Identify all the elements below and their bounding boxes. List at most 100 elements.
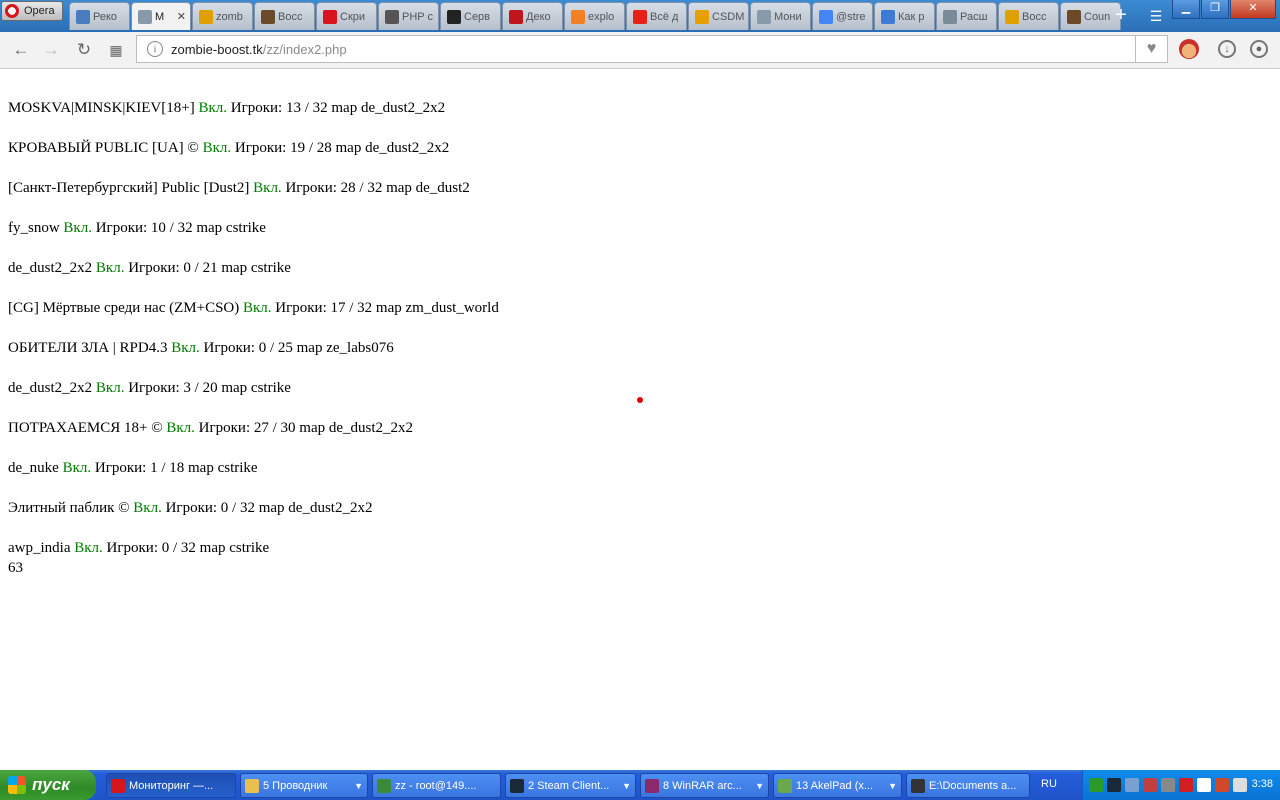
server-info: Игроки: 0 / 21 map cstrike xyxy=(128,260,291,276)
browser-tab[interactable]: CSDM xyxy=(688,2,749,30)
tab-label: Как р xyxy=(898,10,925,23)
taskbar-button-label: 5 Проводник xyxy=(263,779,328,792)
winrar-tray-icon[interactable] xyxy=(1215,778,1229,792)
taskbar-button[interactable]: 8 WinRAR arc... ▼ xyxy=(640,773,769,798)
browser-tab[interactable]: Восс xyxy=(254,2,315,30)
server-info: Игроки: 0 / 25 map ze_labs076 xyxy=(203,340,394,356)
tab-label: @stre xyxy=(836,10,866,23)
server-row: de_nuke Вкл. Игроки: 1 / 18 map cstrike xyxy=(8,459,258,477)
server-info: Игроки: 17 / 32 map zm_dust_world xyxy=(275,300,499,316)
ati-tray-icon[interactable] xyxy=(1179,778,1193,792)
forward-arrow-icon[interactable]: → xyxy=(40,39,62,61)
group-arrow-icon: ▼ xyxy=(354,780,363,791)
start-label: пуск xyxy=(32,775,70,794)
server-name: MOSKVA|MINSK|KIEV[18+] xyxy=(8,100,195,116)
server-info: Игроки: 28 / 32 map de_dust2 xyxy=(285,180,470,196)
tab-label: Расш xyxy=(960,10,988,23)
close-window-button[interactable]: ✕ xyxy=(1230,0,1276,19)
ftp-icon xyxy=(377,778,391,793)
browser-tab[interactable]: Деко xyxy=(502,2,563,30)
browser-tab[interactable]: Мони xyxy=(750,2,811,30)
server-info: Игроки: 10 / 32 map cstrike xyxy=(95,220,266,236)
speed-dial-grid-icon[interactable]: ▦ xyxy=(105,39,127,61)
taskbar-button[interactable]: zz - root@149.... xyxy=(372,773,501,798)
tab-label: Восс xyxy=(278,10,303,23)
bookmark-heart-icon[interactable]: ♥ xyxy=(1136,35,1168,63)
audio-tray-icon[interactable] xyxy=(1161,778,1175,792)
volume-tray-icon[interactable] xyxy=(1233,778,1247,792)
cs-tab-icon xyxy=(261,9,275,24)
server-status: Вкл. xyxy=(63,220,92,236)
taskbar-button[interactable]: 13 AkelPad (x... ▼ xyxy=(773,773,902,798)
server-info: Игроки: 19 / 28 map de_dust2_2x2 xyxy=(234,140,450,156)
console-icon xyxy=(911,778,925,793)
server-info: Игроки: 0 / 32 map de_dust2_2x2 xyxy=(165,500,373,516)
browser-tab[interactable]: Как р xyxy=(874,2,935,30)
server-status: Вкл. xyxy=(95,380,125,396)
window-controls: ▁ ❐ ✕ xyxy=(1171,0,1276,19)
server-info: Игроки: 27 / 30 map de_dust2_2x2 xyxy=(198,420,414,436)
clock[interactable]: 3:38 xyxy=(1252,778,1273,790)
security-tray-icon[interactable] xyxy=(1143,778,1157,792)
browser-tab[interactable]: zomb xyxy=(192,2,253,30)
maximize-button[interactable]: ❐ xyxy=(1201,0,1229,19)
server-name: ОБИТЕЛИ ЗЛА | RPD4.3 xyxy=(8,340,168,356)
steam-tray-icon[interactable] xyxy=(1107,778,1121,792)
server-row: [CG] Мёртвые среди нас (ZM+CSO) Вкл. Игр… xyxy=(8,299,499,317)
browser-tab[interactable]: Серв xyxy=(440,2,501,30)
browser-tab[interactable]: Расш xyxy=(936,2,997,30)
tab-label: Деко xyxy=(526,10,551,23)
network-tray-icon[interactable] xyxy=(1089,778,1103,792)
extension-santa-icon[interactable] xyxy=(1179,39,1199,59)
taskbar-button[interactable]: 2 Steam Client... ▼ xyxy=(505,773,636,798)
php-tab-icon xyxy=(385,9,399,24)
server-row: Элитный паблик © Вкл. Игроки: 0 / 32 map… xyxy=(8,499,372,517)
server-row: de_dust2_2x2 Вкл. Игроки: 0 / 21 map cst… xyxy=(8,259,291,277)
browser-tab[interactable]: Реко xyxy=(69,2,130,30)
opera-menu-button[interactable]: Opera xyxy=(1,1,63,21)
red-dot-marker xyxy=(637,397,643,403)
new-tab-button[interactable]: + xyxy=(1108,5,1134,27)
back-arrow-icon[interactable]: ← xyxy=(10,39,32,61)
browser-tab[interactable]: Всё д xyxy=(626,2,687,30)
taskbar-button-label: Мониторинг —... xyxy=(129,779,214,792)
download-icon[interactable]: ↓ xyxy=(1218,40,1236,58)
server-name: [Санкт-Петербургский] Public [Dust2] xyxy=(8,180,250,196)
tab-menu-button[interactable]: ☰ xyxy=(1143,5,1169,27)
reload-icon[interactable]: ↻ xyxy=(73,39,95,61)
minimize-button[interactable]: ▁ xyxy=(1172,0,1200,19)
browser-tab[interactable]: explo xyxy=(564,2,625,30)
video-tab-icon xyxy=(76,9,90,24)
group-arrow-icon: ▼ xyxy=(622,780,631,791)
youtube-tab-icon xyxy=(633,9,647,24)
address-bar[interactable]: i zombie-boost.tk/zz/index2.php xyxy=(136,35,1136,63)
account-icon[interactable]: ● xyxy=(1250,40,1268,58)
tab-strip: Реко М ✕ zomb Восс Скри PHP с Серв Деко explo Всё … xyxy=(69,2,1122,32)
browser-tab[interactable]: М ✕ xyxy=(131,2,191,30)
target-tab-icon xyxy=(1005,9,1019,24)
site-info-icon[interactable]: i xyxy=(147,41,163,57)
taskbar-button[interactable]: Мониторинг —... xyxy=(106,773,236,798)
taskbar-button[interactable]: 5 Проводник ▼ xyxy=(240,773,368,798)
network-tab-icon xyxy=(881,9,895,24)
server-row: awp_india Вкл. Игроки: 0 / 32 map cstrik… xyxy=(8,539,269,557)
server-row: ПОТРАХАЕМСЯ 18+ © Вкл. Игроки: 27 / 30 m… xyxy=(8,419,413,437)
browser-tab[interactable]: Восс xyxy=(998,2,1059,30)
rma-tab-icon xyxy=(199,9,213,24)
browser-tab[interactable]: Скри xyxy=(316,2,377,30)
server-row: [Санкт-Петербургский] Public [Dust2] Вкл… xyxy=(8,179,470,197)
server-status: Вкл. xyxy=(74,540,103,556)
server-name: de_dust2_2x2 xyxy=(8,260,93,276)
monitor-tray-icon[interactable] xyxy=(1125,778,1139,792)
browser-tab[interactable]: PHP с xyxy=(378,2,439,30)
server-info: Игроки: 3 / 20 map cstrike xyxy=(128,380,291,396)
close-tab-icon[interactable]: ✕ xyxy=(177,10,186,23)
browser-tab[interactable]: @stre xyxy=(812,2,873,30)
window-tray-icon[interactable] xyxy=(1197,778,1211,792)
taskbar-button[interactable]: E:\Documents a... xyxy=(906,773,1030,798)
tab-label: Реко xyxy=(93,10,118,23)
start-button[interactable]: пуск xyxy=(0,770,96,800)
puzzle-tab-icon xyxy=(943,9,957,24)
server-name: awp_india xyxy=(8,540,71,556)
language-indicator[interactable]: RU xyxy=(1041,778,1057,790)
